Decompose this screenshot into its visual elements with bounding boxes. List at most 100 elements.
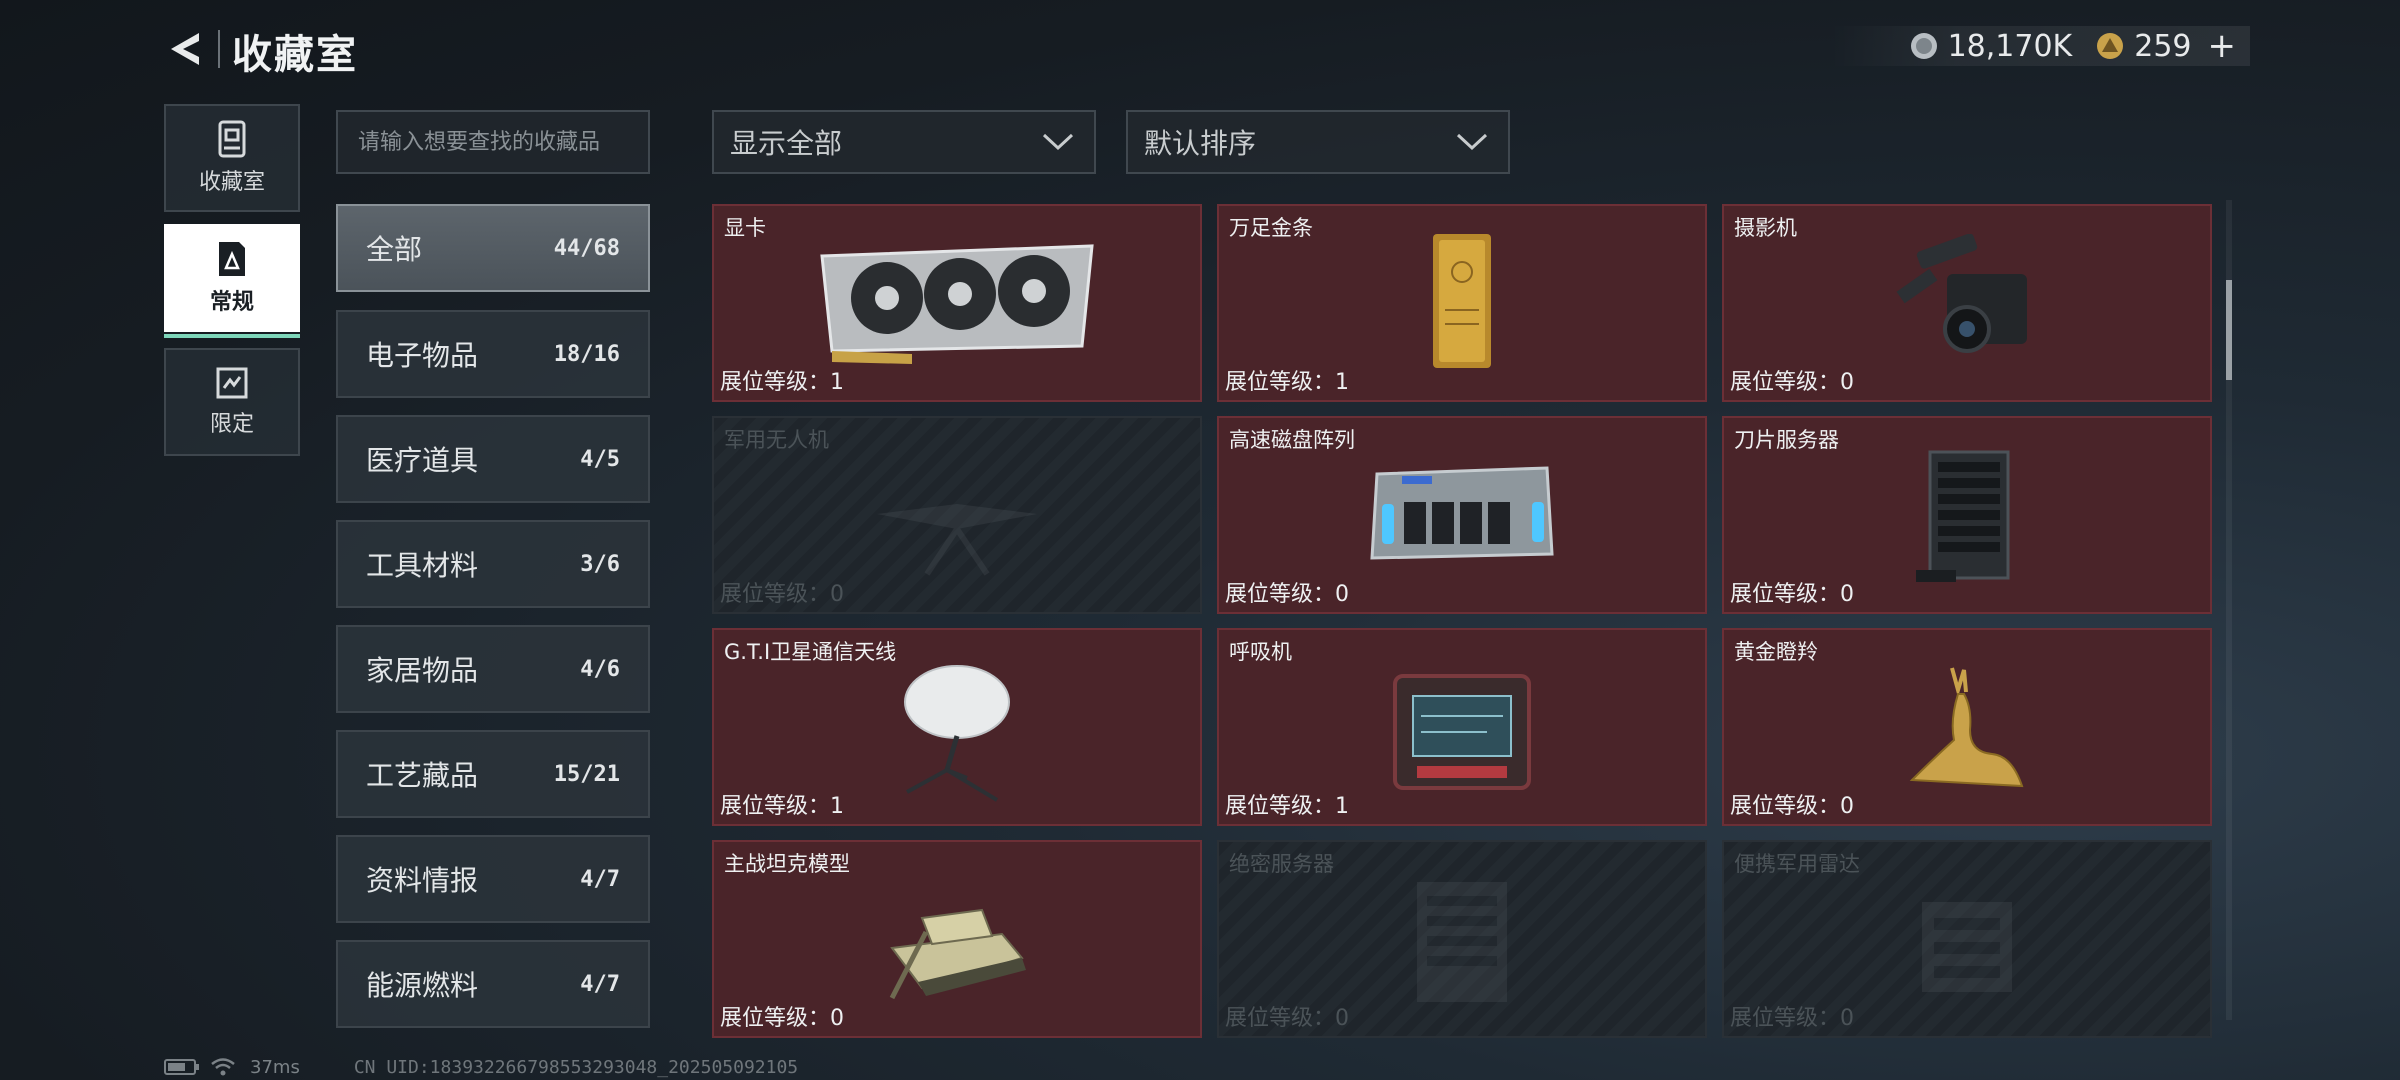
item-level: 展位等级：1 [720,794,845,819]
item-name: G.T.I卫星通信天线 [724,640,897,664]
gold-gazelle-icon [1909,667,2024,788]
item-card-gold-bar[interactable]: 万足金条 展位等级：1 [1217,204,1707,402]
item-card-tank-model[interactable]: 主战坦克模型 展位等级：0 [712,840,1202,1038]
item-card-gpu[interactable]: 显卡 展位等级：1 [712,204,1202,402]
item-card-golden-gazelle[interactable]: 黄金瞪羚 展位等级：0 [1722,628,2212,826]
item-card-top-secret-server[interactable]: 绝密服务器 展位等级：0 [1217,840,1707,1038]
category-medical[interactable]: 医疗道具 4/5 [336,415,650,503]
item-card-satellite-antenna[interactable]: G.T.I卫星通信天线 展位等级：1 [712,628,1202,826]
ping-value: 37ms [250,1056,300,1078]
category-name: 全部 [366,233,423,266]
category-count: 3/6 [580,551,620,577]
item-card-disk-array[interactable]: 高速磁盘阵列 展位等级：0 [1217,416,1707,614]
filter-dropdown-value: 显示全部 [730,127,843,160]
item-name: 主战坦克模型 [724,852,850,876]
item-card-military-drone[interactable]: 军用无人机 展位等级：0 [712,416,1202,614]
category-count: 4/6 [580,656,620,682]
chevron-down-icon [1042,133,1074,151]
item-level: 展位等级：1 [1225,370,1350,395]
secret-server-icon [1417,882,1507,1002]
category-name: 资料情报 [366,864,479,897]
item-level: 展位等级：0 [1730,794,1855,819]
radar-icon [1922,902,2012,992]
blade-server-icon [1916,450,2010,582]
chevron-down-icon [1456,133,1488,151]
filter-dropdown[interactable]: 显示全部 [712,110,1096,174]
item-level: 展位等级：0 [1225,1006,1350,1031]
side-tab-label: 限定 [209,412,254,437]
item-level: 展位等级：0 [1225,582,1350,607]
sort-dropdown[interactable]: 默认排序 [1126,110,1510,174]
sort-dropdown-value: 默认排序 [1144,127,1257,160]
item-card-portable-radar[interactable]: 便携军用雷达 展位等级：0 [1722,840,2212,1038]
item-name: 呼吸机 [1229,640,1292,664]
category-name: 家居物品 [366,654,479,687]
item-name: 军用无人机 [724,428,829,452]
item-card-ventilator[interactable]: 呼吸机 展位等级：1 [1217,628,1707,826]
item-card-camera[interactable]: 摄影机 展位等级：0 [1722,204,2212,402]
disk-array-icon [1370,466,1554,560]
category-household[interactable]: 家居物品 4/6 [336,625,650,713]
category-count: 44/68 [553,235,620,261]
item-name: 万足金条 [1229,216,1313,240]
side-tab-limited[interactable]: 限定 [164,348,300,456]
item-name: 高速磁盘阵列 [1229,428,1355,452]
item-card-blade-server[interactable]: 刀片服务器 展位等级：0 [1722,416,2212,614]
camera-icon [1896,234,2027,353]
satellite-dish-icon [904,665,1010,802]
status-footer: 37ms CN UID:1839322667985532930​48_20250… [164,1056,798,1078]
item-level: 展位等级：0 [1730,370,1855,395]
category-name: 工具材料 [366,549,479,582]
category-count: 15/21 [553,761,620,787]
item-name: 刀片服务器 [1734,428,1839,452]
category-count: 4/5 [580,446,620,472]
active-tab-indicator [164,334,300,338]
item-name: 黄金瞪羚 [1734,640,1818,664]
back-arrow-icon [171,33,199,65]
side-tab-collection-room[interactable]: 收藏室 [164,104,300,212]
gold-coin-icon [2097,33,2124,59]
ventilator-icon [1393,674,1531,790]
category-fuel[interactable]: 能源燃料 4/7 [336,940,650,1028]
user-uid: CN UID:1839322667985532930​48_2025050921… [353,1056,799,1078]
gpu-icon [820,244,1094,364]
category-intel[interactable]: 资料情报 4/7 [336,835,650,923]
category-all[interactable]: 全部 44/68 [336,204,650,292]
grid-scrollbar-thumb[interactable] [2226,280,2232,380]
item-level: 展位等级：0 [1730,1006,1855,1031]
tank-model-icon [889,908,1026,1000]
category-name: 电子物品 [366,339,479,372]
gold-currency-value: 259 [2134,28,2192,64]
page-title: 收藏室 [232,32,358,78]
item-level: 展位等级：0 [1730,582,1855,607]
drone-icon [877,504,1037,576]
silver-coin-icon [1910,33,1937,59]
category-name: 医疗道具 [366,444,479,477]
back-button[interactable] [160,26,210,72]
silver-currency-value: 18,170K [1947,28,2073,64]
header-divider [218,30,220,68]
category-count: 18/16 [553,341,620,367]
regular-icon [219,242,245,276]
item-level: 展位等级：1 [1225,794,1350,819]
search-input[interactable] [336,110,650,174]
currency-bar: 18,170K 259 + [1830,26,2250,66]
side-tab-label: 常规 [209,290,254,315]
gold-bar-icon [1433,234,1491,368]
item-level: 展位等级：1 [720,370,845,395]
limited-icon [216,367,248,399]
battery-icon [164,1059,199,1075]
side-tab-regular[interactable]: 常规 [164,224,300,338]
collection-room-screen: 收藏室 18,170K 259 + 收藏室 常规 限定 请输入想要查找的收藏品 … [0,0,2400,1080]
category-name: 工艺藏品 [366,759,479,792]
category-electronics[interactable]: 电子物品 18/16 [336,310,650,398]
category-tools[interactable]: 工具材料 3/6 [336,520,650,608]
category-crafts[interactable]: 工艺藏品 15/21 [336,730,650,818]
item-name: 摄影机 [1734,216,1797,240]
item-name: 显卡 [724,216,766,240]
add-currency-button[interactable]: + [2208,26,2237,66]
item-name: 便携军用雷达 [1734,852,1860,876]
collection-icon [218,120,246,158]
category-name: 能源燃料 [366,969,479,1002]
category-count: 4/7 [580,971,620,997]
